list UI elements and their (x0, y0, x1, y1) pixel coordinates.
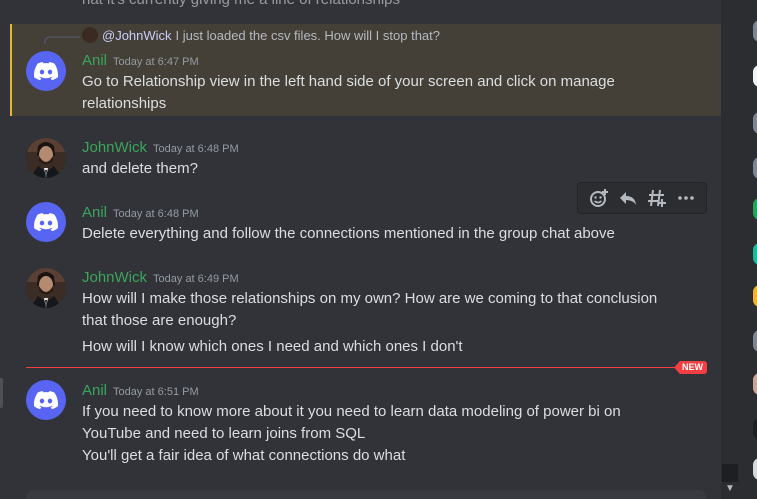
previous-message-text: hat it's currently giving me a line of r… (82, 0, 400, 8)
member-avatar[interactable] (753, 198, 757, 220)
member-avatar[interactable] (753, 458, 757, 480)
avatar[interactable] (26, 51, 66, 91)
timestamp: Today at 6:48 PM (113, 208, 199, 220)
avatar[interactable] (26, 268, 66, 308)
johnwick-avatar-icon (26, 138, 66, 178)
member-list-rail (721, 0, 757, 499)
timestamp: Today at 6:48 PM (153, 143, 239, 155)
reply-avatar (82, 27, 98, 43)
member-avatar[interactable] (753, 285, 757, 307)
reply-text: I just loaded the csv files. How will I … (175, 27, 441, 43)
username[interactable]: Anil Today at 6:48 PM (82, 204, 199, 221)
message-input-top[interactable] (26, 490, 706, 499)
unread-indicator (0, 378, 3, 408)
reply-reference[interactable]: @JohnWick I just loaded the csv files. H… (82, 27, 440, 43)
member-avatar[interactable] (753, 330, 757, 352)
message-line: relationships (82, 95, 167, 112)
new-messages-divider (26, 367, 706, 368)
member-avatar[interactable] (753, 418, 757, 440)
member-avatar[interactable] (753, 243, 757, 265)
username-text[interactable]: Anil (82, 382, 107, 399)
scroll-down-icon[interactable]: ▼ (722, 482, 738, 496)
create-thread-icon[interactable] (646, 187, 668, 209)
discord-logo-icon (34, 62, 58, 80)
member-avatar[interactable] (753, 373, 757, 395)
message-line: Delete everything and follow the connect… (82, 225, 615, 242)
chat-messages: hat it's currently giving me a line of r… (0, 0, 721, 499)
username[interactable]: Anil Today at 6:47 PM (82, 52, 199, 69)
timestamp: Today at 6:47 PM (113, 56, 199, 68)
message-line: How will I make those relationships on m… (82, 290, 658, 307)
previous-message-cut: hat it's currently giving me a line of r… (0, 0, 721, 10)
username[interactable]: JohnWick Today at 6:49 PM (82, 269, 239, 286)
username[interactable]: JohnWick Today at 6:48 PM (82, 139, 239, 156)
username-text[interactable]: Anil (82, 204, 107, 221)
new-badge: NEW (674, 361, 707, 374)
johnwick-avatar-icon (26, 268, 66, 308)
reply-icon[interactable] (617, 187, 639, 209)
username[interactable]: Anil Today at 6:51 PM (82, 382, 199, 399)
member-avatar[interactable] (753, 112, 757, 134)
member-avatar[interactable] (753, 20, 757, 42)
member-avatar[interactable] (753, 157, 757, 179)
username-text[interactable]: JohnWick (82, 139, 147, 156)
more-icon[interactable] (675, 187, 697, 209)
discord-logo-icon (34, 213, 58, 231)
username-text[interactable]: Anil (82, 52, 107, 69)
message-line: Go to Relationship view in the left hand… (82, 73, 615, 90)
reply-spine (44, 36, 80, 44)
message-line: YouTube and need to learn joins from SQL (82, 425, 366, 442)
discord-logo-icon (34, 391, 58, 409)
scrollbar-thumb[interactable] (722, 464, 738, 482)
timestamp: Today at 6:51 PM (113, 386, 199, 398)
reply-mention[interactable]: @JohnWick (102, 28, 172, 43)
member-avatar[interactable] (753, 65, 757, 87)
avatar[interactable] (26, 380, 66, 420)
message-line: that those are enough? (82, 312, 237, 329)
message-line: and delete them? (82, 160, 198, 177)
username-text[interactable]: JohnWick (82, 269, 147, 286)
avatar[interactable] (26, 202, 66, 242)
message-line: How will I know which ones I need and wh… (82, 338, 463, 355)
message-hover-toolbar (577, 182, 707, 214)
message-line: You'll get a fair idea of what connectio… (82, 447, 406, 464)
avatar[interactable] (26, 138, 66, 178)
add-reaction-icon[interactable] (588, 187, 610, 209)
timestamp: Today at 6:49 PM (153, 273, 239, 285)
message-line: If you need to know more about it you ne… (82, 403, 621, 420)
